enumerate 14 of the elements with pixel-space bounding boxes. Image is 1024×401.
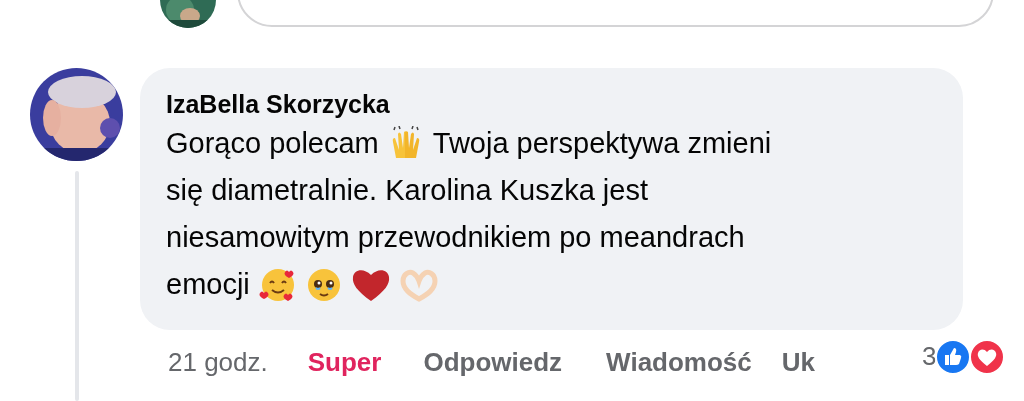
heart-hands-icon xyxy=(399,267,438,302)
author-name[interactable]: IzaBella Skorzycka xyxy=(166,88,390,120)
action-link[interactable]: Odpowiedz xyxy=(423,342,563,382)
comment-text: niesamowitym przewodnikiem po meandrach xyxy=(166,219,745,255)
comment-text: się diametralnie. Karolina Kuszka jest xyxy=(166,172,648,208)
reaction-count[interactable]: 3 xyxy=(922,337,937,376)
comment-text: emocji xyxy=(166,266,250,302)
pleading-face-icon xyxy=(305,266,342,303)
action-link[interactable]: Uk xyxy=(781,342,816,382)
comment-text: Gorąco polecam xyxy=(166,125,379,161)
timestamp[interactable]: 21 godz. xyxy=(168,342,268,382)
action-link[interactable]: Super xyxy=(307,342,382,382)
action-link[interactable]: Wiadomość xyxy=(606,342,752,382)
comment-text: Twoja perspektywa zmieni xyxy=(432,125,772,161)
